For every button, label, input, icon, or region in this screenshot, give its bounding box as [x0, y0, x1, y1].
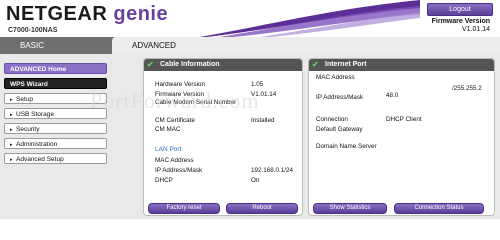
panel-header: ✔ Cable Information	[144, 59, 302, 71]
sidebar-item-advanced-home[interactable]: ADVANCED Home	[4, 63, 107, 74]
panel-header: ✔ Internet Port	[309, 59, 494, 71]
wan-mask-value: /255.255.2	[452, 85, 482, 92]
logout-button[interactable]: Logout	[427, 3, 493, 16]
tab-advanced[interactable]: ADVANCED	[112, 37, 500, 54]
hardware-version-value: 1.05	[251, 81, 264, 88]
sidebar-item-label: USB Storage	[16, 111, 54, 118]
cm-certificate-value: Installed	[251, 117, 275, 124]
reboot-button[interactable]: Reboot	[226, 203, 298, 214]
tab-basic[interactable]: BASIC	[0, 37, 128, 54]
cm-certificate-label: CM Certificate	[155, 117, 195, 124]
connection-label: Connection	[316, 116, 348, 123]
wan-mac-label: MAC Address	[316, 74, 355, 81]
lan-ip-value: 192.168.0.1/24	[251, 167, 294, 174]
checkmark-icon: ✔	[147, 60, 154, 69]
panel-title: Cable Information	[160, 61, 220, 68]
firmware-value: V1.01.14	[461, 26, 490, 33]
model-number: C7000-100NAS	[8, 27, 58, 34]
cm-mac-label: CM MAC	[155, 126, 181, 133]
wan-ip-value: 48.0	[386, 92, 399, 99]
sidebar-item-label: Setup	[16, 96, 33, 103]
dhcp-value: On	[251, 177, 260, 184]
default-gateway-label: Default Gateway	[316, 126, 363, 133]
checkmark-icon: ✔	[312, 60, 319, 69]
sidebar-item-label: ADVANCED Home	[10, 66, 67, 73]
brand-secondary: genie	[113, 3, 169, 25]
sidebar-item-label: WPS Wizard	[10, 81, 48, 88]
sidebar-item-administration[interactable]: ▸ Administration	[4, 138, 107, 149]
show-statistics-button[interactable]: Show Statistics	[313, 203, 387, 214]
dhcp-label: DHCP	[155, 177, 173, 184]
dns-label: Domain Name Server	[316, 143, 377, 150]
connection-value: DHCP Client	[386, 116, 422, 123]
watermark: PortForward.com	[90, 88, 260, 113]
lan-port-heading: LAN Port	[155, 146, 182, 153]
internet-port-panel: ✔ Internet Port	[308, 58, 495, 216]
sidebar-item-label: Administration	[16, 141, 58, 148]
netgear-logo: NETGEAR genie	[6, 3, 168, 26]
connection-status-button[interactable]: Connection Status	[394, 203, 484, 214]
sidebar-item-label: Security	[16, 126, 40, 133]
header-swoosh-graphic	[180, 0, 420, 40]
lan-mac-label: MAC Address	[155, 157, 194, 164]
sidebar-item-security[interactable]: ▸ Security	[4, 123, 107, 134]
factory-reset-button[interactable]: Factory reset	[148, 203, 220, 214]
firmware-label: Firmware Version	[431, 18, 490, 25]
hardware-version-label: Hardware Version	[155, 81, 206, 88]
panel-title: Internet Port	[325, 61, 367, 68]
lan-ip-label: IP Address/Mask	[155, 167, 203, 174]
wan-ip-label: IP Address/Mask	[316, 94, 364, 101]
brand-primary: NETGEAR	[6, 3, 108, 25]
sidebar-item-label: Advanced Setup	[16, 156, 64, 163]
sidebar-item-advanced-setup[interactable]: ▸ Advanced Setup	[4, 153, 107, 164]
